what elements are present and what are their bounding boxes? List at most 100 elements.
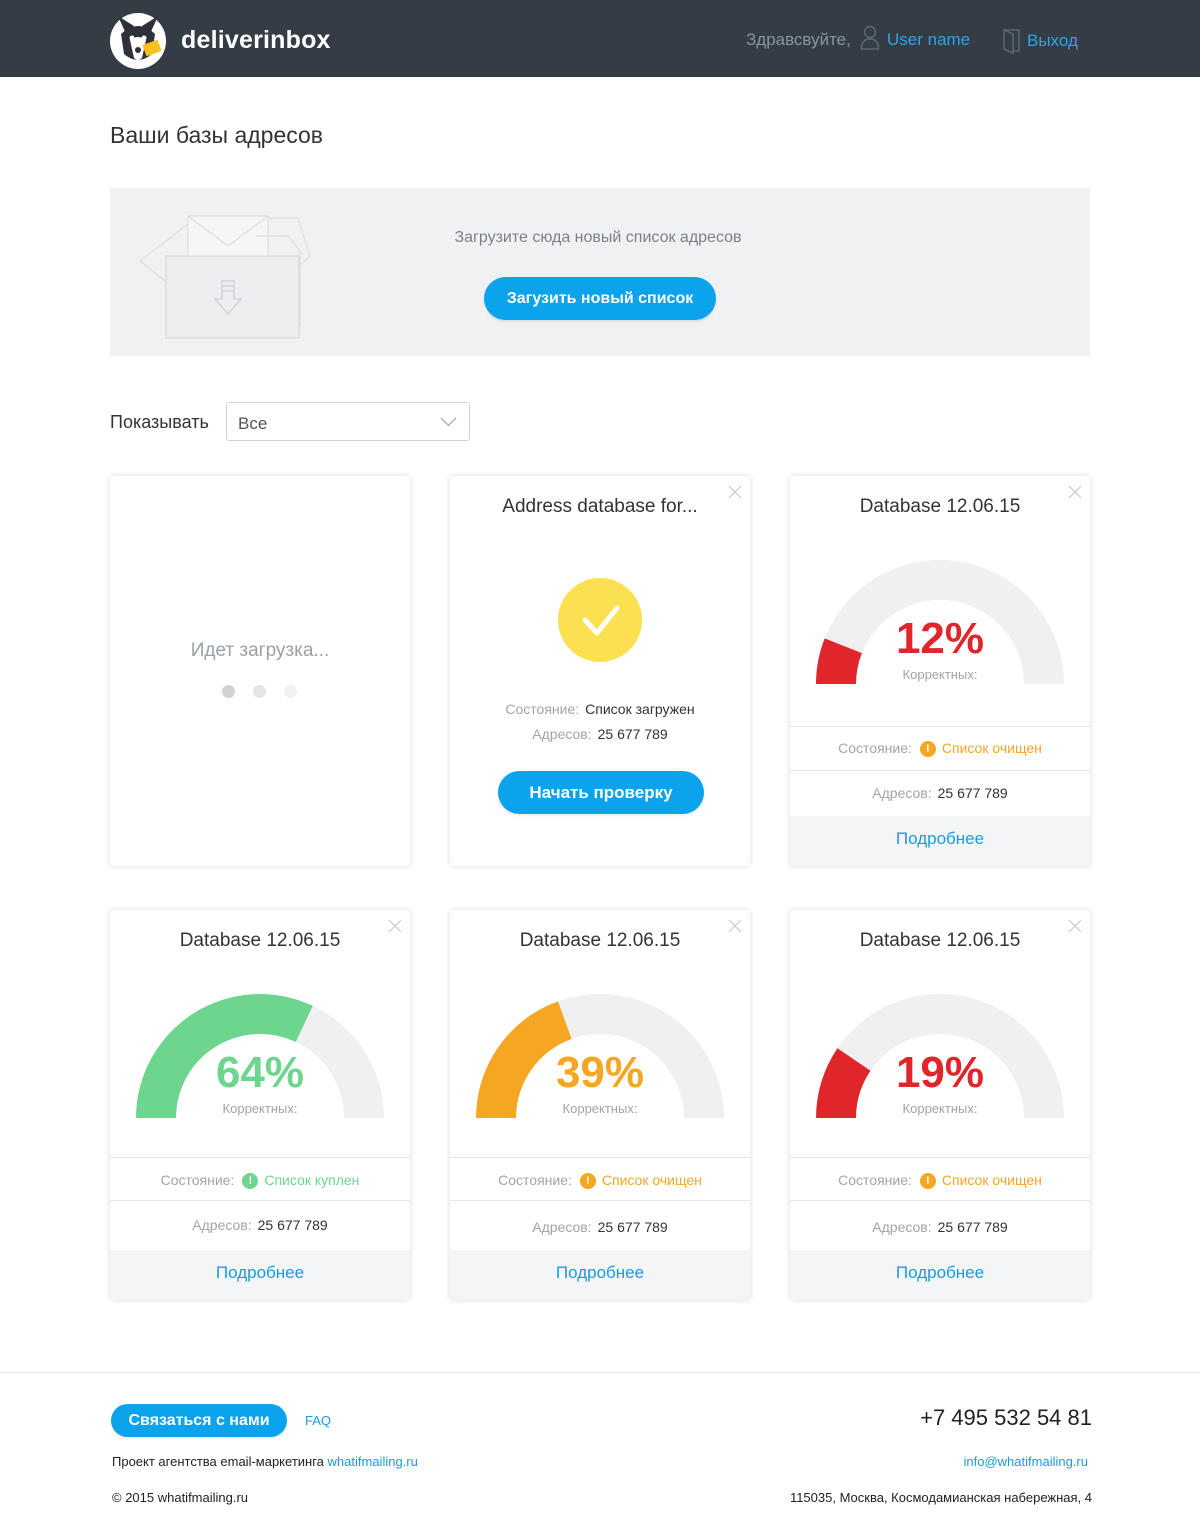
close-icon[interactable]	[1068, 485, 1082, 499]
card-title: Database 12.06.15	[859, 496, 1021, 517]
phone-number: +7 495 532 54 81	[920, 1405, 1092, 1430]
loading-dots	[222, 685, 302, 699]
start-check-button[interactable]: Начать проверку	[498, 771, 704, 814]
state-value: Список очищен	[941, 740, 1042, 756]
correct-percent: 64%	[215, 1048, 305, 1097]
divider	[450, 1200, 750, 1201]
state-value: Список очищен	[941, 1172, 1042, 1188]
database-card-1: Database 12.06.15 12% Корректных: Состоя…	[790, 476, 1090, 866]
logout-link[interactable]: Выход	[1027, 31, 1078, 51]
address-count-row: Адресов: 25 677 789	[110, 1217, 410, 1233]
address-count-row: Адресов: 25 677 789	[790, 785, 1090, 801]
state-value: Список загружен	[585, 701, 695, 717]
address-count-label: Адресов:	[872, 1219, 932, 1235]
divider	[790, 1157, 1090, 1158]
address-count-value: 25 677 789	[937, 785, 1008, 801]
chevron-down-icon	[440, 417, 457, 427]
ok-status-icon: !	[242, 1173, 259, 1189]
correct-label: Корректных:	[902, 667, 978, 682]
divider	[790, 726, 1090, 727]
correct-percent: 39%	[555, 1048, 645, 1097]
database-card-2: Database 12.06.15 64% Корректных: Состоя…	[110, 910, 410, 1300]
correct-percent: 19%	[895, 1048, 985, 1097]
warning-icon: !	[579, 1173, 596, 1189]
details-link[interactable]: Подробнее	[450, 1250, 750, 1300]
warning-icon: !	[919, 1173, 936, 1189]
door-exit-icon[interactable]	[1002, 28, 1021, 54]
state-label: Состояние:	[838, 1172, 912, 1188]
folder-upload-illustration-icon	[139, 215, 311, 339]
state-row: Состояние:! Список куплен	[110, 1172, 410, 1189]
divider	[790, 1200, 1090, 1201]
loading-text: Идет загрузка...	[190, 640, 330, 661]
faq-link[interactable]: FAQ	[305, 1413, 331, 1428]
contact-us-button[interactable]: Связаться с нами	[111, 1404, 287, 1437]
database-card-4: Database 12.06.15 19% Корректных: Состоя…	[790, 910, 1090, 1300]
address-count-value: 25 677 789	[597, 1219, 668, 1235]
filter-label: Показывать	[110, 412, 209, 432]
upload-new-list-button[interactable]: Загузить новый список	[484, 277, 716, 320]
close-icon[interactable]	[728, 919, 742, 933]
warning-icon: !	[919, 741, 936, 757]
address-count-row: Адресов: 25 677 789	[450, 726, 750, 742]
state-value: Список очищен	[601, 1172, 702, 1188]
address-count-row: Адресов: 25 677 789	[450, 1219, 750, 1235]
user-name-link[interactable]: User name	[887, 30, 970, 50]
address-count-label: Адресов:	[532, 726, 592, 742]
state-row: Состояние: Список загружен	[450, 701, 750, 717]
database-card-uploaded: Address database for... Состояние: Список…	[450, 476, 750, 866]
address-count-label: Адресов:	[872, 785, 932, 801]
husky-logo-icon[interactable]	[108, 4, 168, 72]
details-link[interactable]: Подробнее	[790, 816, 1090, 866]
address-count-value: 25 677 789	[937, 1219, 1008, 1235]
footer-divider	[0, 1372, 1200, 1373]
address-count-value: 25 677 789	[597, 726, 668, 742]
upload-panel[interactable]: Загрузите сюда новый список адресов Загу…	[110, 188, 1090, 356]
postal-address: 115035, Москва, Космодамианская набережн…	[789, 1490, 1092, 1505]
state-label: Состояние:	[160, 1172, 235, 1188]
state-value: Список куплен	[264, 1172, 360, 1188]
details-link[interactable]: Подробнее	[110, 1250, 410, 1300]
state-row: Состояние:! Список очищен	[790, 1172, 1090, 1189]
correct-label: Корректных:	[902, 1101, 978, 1116]
correct-label: Корректных:	[562, 1101, 638, 1116]
copyright-text: © 2015 whatifmailing.ru	[112, 1490, 249, 1505]
agency-label: Проект агентства email-маркетинга	[112, 1454, 324, 1469]
card-title: Address database for...	[502, 496, 698, 517]
state-row: Состояние:! Список очищен	[450, 1172, 750, 1189]
database-card-loading: Идет загрузка...	[110, 476, 410, 866]
database-card-3: Database 12.06.15 39% Корректных: Состоя…	[450, 910, 750, 1300]
card-title: Database 12.06.15	[859, 930, 1021, 951]
state-label: Состояние:	[838, 740, 912, 756]
upload-hint-text: Загрузите сюда новый список адресов	[454, 229, 742, 246]
brand-name[interactable]: deliverinbox	[181, 26, 331, 55]
filter-selected-value: Все	[238, 414, 268, 433]
correct-label: Корректных:	[222, 1101, 298, 1116]
user-icon	[860, 25, 880, 50]
agency-link[interactable]: whatifmailing.ru	[328, 1454, 418, 1469]
divider	[790, 770, 1090, 771]
agency-text: Проект агентства email-маркетинга whatif…	[112, 1454, 418, 1469]
close-icon[interactable]	[388, 919, 402, 933]
address-count-label: Адресов:	[532, 1219, 592, 1235]
top-bar: deliverinbox Здравсвуйте, User name Выхо…	[0, 0, 1200, 77]
state-row: Состояние:! Список очищен	[790, 740, 1090, 757]
card-title: Database 12.06.15	[519, 930, 681, 951]
address-count-row: Адресов: 25 677 789	[790, 1219, 1090, 1235]
close-icon[interactable]	[1068, 919, 1082, 933]
state-label: Состояние:	[505, 701, 580, 717]
details-link[interactable]: Подробнее	[790, 1250, 1090, 1300]
card-title: Database 12.06.15	[179, 930, 341, 951]
address-count-label: Адресов:	[192, 1217, 252, 1233]
correct-percent: 12%	[895, 614, 985, 663]
divider	[110, 1200, 410, 1201]
greeting-text: Здравсвуйте,	[746, 30, 851, 49]
state-label: Состояние:	[498, 1172, 572, 1188]
close-icon[interactable]	[728, 485, 742, 499]
filter-select[interactable]: Все	[226, 402, 470, 441]
divider	[110, 1157, 410, 1158]
address-count-value: 25 677 789	[257, 1217, 328, 1233]
divider	[450, 1157, 750, 1158]
checkmark-circle-icon	[558, 578, 642, 662]
email-link[interactable]: info@whatifmailing.ru	[964, 1454, 1088, 1469]
